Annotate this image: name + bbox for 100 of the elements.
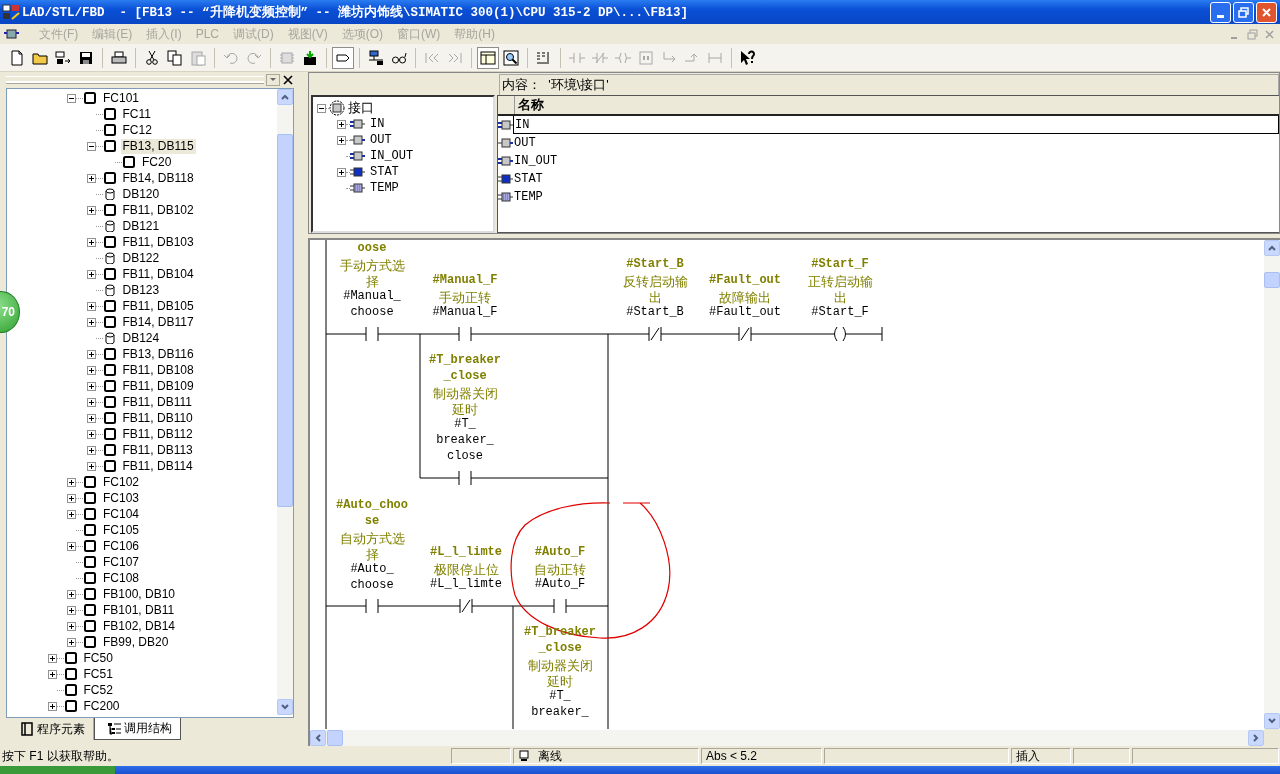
tree-item[interactable]: FB11, DB109 bbox=[120, 378, 196, 394]
tree-item[interactable]: FB13, DB116 bbox=[120, 346, 196, 362]
coil-symbol[interactable] bbox=[834, 326, 846, 342]
tree-item[interactable]: STAT bbox=[370, 165, 399, 179]
restore-button[interactable] bbox=[1233, 1, 1254, 23]
expand-toggle[interactable] bbox=[86, 349, 96, 359]
expand-toggle[interactable] bbox=[86, 269, 96, 279]
tree-item[interactable]: DB124 bbox=[120, 330, 162, 346]
tree-item[interactable]: FB11, DB103 bbox=[120, 234, 196, 250]
tree-item[interactable]: FB99, DB20 bbox=[101, 634, 171, 650]
tree-item[interactable]: DB120 bbox=[120, 186, 162, 202]
scroll-up-button[interactable] bbox=[277, 89, 293, 105]
tree-item[interactable]: FC200 bbox=[81, 698, 122, 714]
tree-item[interactable]: FC104 bbox=[101, 506, 142, 522]
collapse-toggle[interactable] bbox=[86, 141, 96, 151]
tree-item[interactable]: FC101 bbox=[101, 90, 142, 106]
scroll-down-button[interactable] bbox=[1264, 713, 1280, 729]
tree-item[interactable]: TEMP bbox=[370, 181, 399, 195]
expand-toggle[interactable] bbox=[47, 669, 57, 679]
contact-symbol[interactable] bbox=[458, 470, 472, 486]
contact-symbol[interactable] bbox=[553, 598, 567, 614]
tree-item[interactable]: FC12 bbox=[120, 122, 154, 138]
list-item[interactable]: TEMP bbox=[513, 188, 1279, 206]
tree-item[interactable]: FC11 bbox=[120, 106, 153, 122]
tree-item[interactable]: IN bbox=[370, 117, 385, 131]
slashed-contact-symbol[interactable] bbox=[738, 326, 752, 342]
expand-toggle[interactable] bbox=[67, 477, 76, 487]
contact-symbol[interactable] bbox=[458, 326, 472, 342]
tree-item[interactable]: DB122 bbox=[120, 250, 162, 266]
tree-item[interactable]: FB11, DB110 bbox=[120, 410, 195, 426]
tree-item[interactable]: FB14, DB118 bbox=[120, 170, 196, 186]
scroll-thumb[interactable] bbox=[327, 730, 343, 746]
expand-toggle[interactable] bbox=[86, 365, 96, 375]
tree-item[interactable]: DB123 bbox=[120, 282, 162, 298]
scroll-thumb[interactable] bbox=[277, 134, 293, 507]
tree-item[interactable]: FC107 bbox=[101, 554, 142, 570]
tree-item[interactable]: FB11, DB108 bbox=[120, 362, 196, 378]
tree-item[interactable]: FB11, DB112 bbox=[120, 426, 195, 442]
scroll-up-button[interactable] bbox=[1264, 240, 1280, 256]
expand-toggle[interactable] bbox=[86, 301, 96, 311]
tree-item[interactable]: FC20 bbox=[140, 154, 174, 170]
list-item[interactable]: IN bbox=[513, 116, 1279, 134]
expand-toggle[interactable] bbox=[67, 637, 76, 647]
tree-item[interactable]: FB102, DB14 bbox=[101, 618, 178, 634]
tree-item[interactable]: OUT bbox=[370, 133, 392, 147]
tree-item[interactable]: FB11, DB113 bbox=[120, 442, 195, 458]
tree-item[interactable]: FB100, DB10 bbox=[101, 586, 178, 602]
tree-item[interactable]: FC103 bbox=[101, 490, 142, 506]
expand-toggle[interactable] bbox=[86, 413, 96, 423]
expand-toggle[interactable] bbox=[67, 541, 76, 551]
tree-item[interactable]: 接口 bbox=[348, 99, 374, 117]
tree-item[interactable]: FB13, DB115 bbox=[120, 138, 196, 154]
tree-item[interactable]: FB14, DB117 bbox=[120, 314, 196, 330]
dropdown-icon[interactable] bbox=[266, 74, 280, 86]
scroll-thumb[interactable] bbox=[1264, 272, 1280, 288]
expand-toggle[interactable] bbox=[86, 173, 96, 183]
expand-toggle[interactable] bbox=[47, 653, 57, 663]
expand-toggle[interactable] bbox=[86, 461, 96, 471]
slashed-contact-symbol[interactable] bbox=[459, 598, 473, 614]
expand-toggle[interactable] bbox=[86, 381, 96, 391]
expand-toggle[interactable] bbox=[337, 119, 346, 129]
tree-item[interactable]: FB11, DB104 bbox=[120, 266, 196, 282]
expand-toggle[interactable] bbox=[67, 509, 76, 519]
contact-symbol[interactable] bbox=[365, 326, 379, 342]
expand-toggle[interactable] bbox=[67, 493, 76, 503]
panel-tab[interactable]: 调用结构 bbox=[94, 718, 181, 740]
tree-item[interactable]: FB11, DB114 bbox=[120, 458, 195, 474]
expand-toggle[interactable] bbox=[67, 605, 76, 615]
close-button[interactable] bbox=[1256, 1, 1277, 23]
tree-item[interactable]: DB121 bbox=[120, 218, 162, 234]
list-item[interactable]: STAT bbox=[513, 170, 1279, 188]
tree-item[interactable]: FC102 bbox=[101, 474, 142, 490]
expand-toggle[interactable] bbox=[67, 621, 76, 631]
column-header[interactable]: 名称 bbox=[515, 96, 1279, 114]
scroll-down-button[interactable] bbox=[277, 699, 293, 715]
tree-item[interactable]: FC105 bbox=[101, 522, 142, 538]
slashed-contact-symbol[interactable] bbox=[648, 326, 662, 342]
expand-toggle[interactable] bbox=[67, 589, 76, 599]
expand-toggle[interactable] bbox=[86, 317, 96, 327]
expand-toggle[interactable] bbox=[86, 205, 96, 215]
tree-item[interactable]: FB11, DB111 bbox=[120, 394, 194, 410]
tree-item[interactable]: FB11, DB105 bbox=[120, 298, 196, 314]
contact-symbol[interactable] bbox=[365, 598, 379, 614]
tag-button[interactable] bbox=[332, 46, 354, 69]
panel-grip[interactable] bbox=[6, 76, 264, 84]
tree-item[interactable]: FB101, DB11 bbox=[101, 602, 177, 618]
tree-item[interactable]: FC52 bbox=[81, 682, 115, 698]
scroll-right-button[interactable] bbox=[1248, 730, 1264, 746]
expand-toggle[interactable] bbox=[86, 429, 96, 439]
expand-toggle[interactable] bbox=[47, 701, 57, 711]
tree-item[interactable]: FC106 bbox=[101, 538, 142, 554]
minimize-button[interactable] bbox=[1210, 1, 1231, 23]
tree-item[interactable]: FC50 bbox=[81, 650, 115, 666]
collapse-toggle[interactable] bbox=[317, 103, 326, 113]
expand-toggle[interactable] bbox=[86, 445, 96, 455]
tree-item[interactable]: FC108 bbox=[101, 570, 142, 586]
window-button[interactable] bbox=[477, 46, 499, 69]
expand-toggle[interactable] bbox=[86, 397, 96, 407]
expand-toggle[interactable] bbox=[337, 167, 346, 177]
tree-item[interactable]: FC51 bbox=[81, 666, 115, 682]
